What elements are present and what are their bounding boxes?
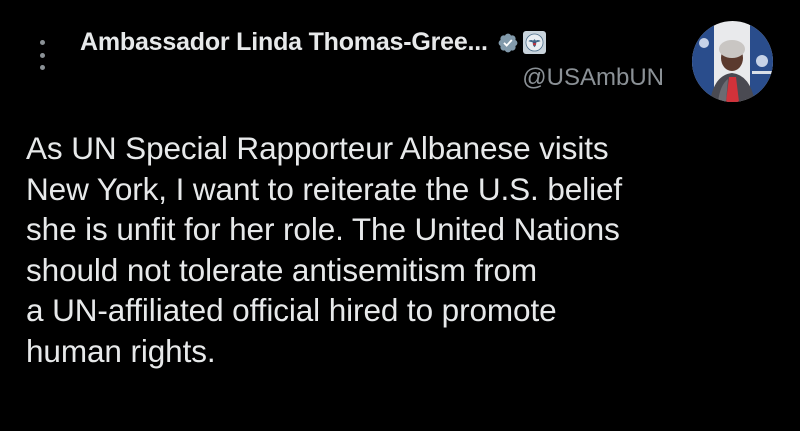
author-header: Ambassador Linda Thomas-Gree... @USAmbUN <box>74 26 670 106</box>
eagle-seal-icon <box>525 33 544 52</box>
tweet-text: As UN Special Rapporteur Albanese visits… <box>26 130 623 369</box>
author-handle[interactable]: @USAmbUN <box>522 64 664 92</box>
author-display-name[interactable]: Ambassador Linda Thomas-Gree... <box>80 28 488 57</box>
dot <box>39 65 45 70</box>
more-options-icon[interactable] <box>36 40 48 70</box>
author-name-row: Ambassador Linda Thomas-Gree... <box>80 28 546 57</box>
tweet-card: Ambassador Linda Thomas-Gree... @USAmbUN <box>0 0 800 431</box>
verified-badge-icon[interactable] <box>497 32 519 54</box>
avatar[interactable] <box>692 21 773 102</box>
government-seal-icon[interactable] <box>522 31 546 54</box>
dot <box>39 52 45 58</box>
dot <box>39 40 45 45</box>
profile-photo-icon <box>692 21 773 102</box>
